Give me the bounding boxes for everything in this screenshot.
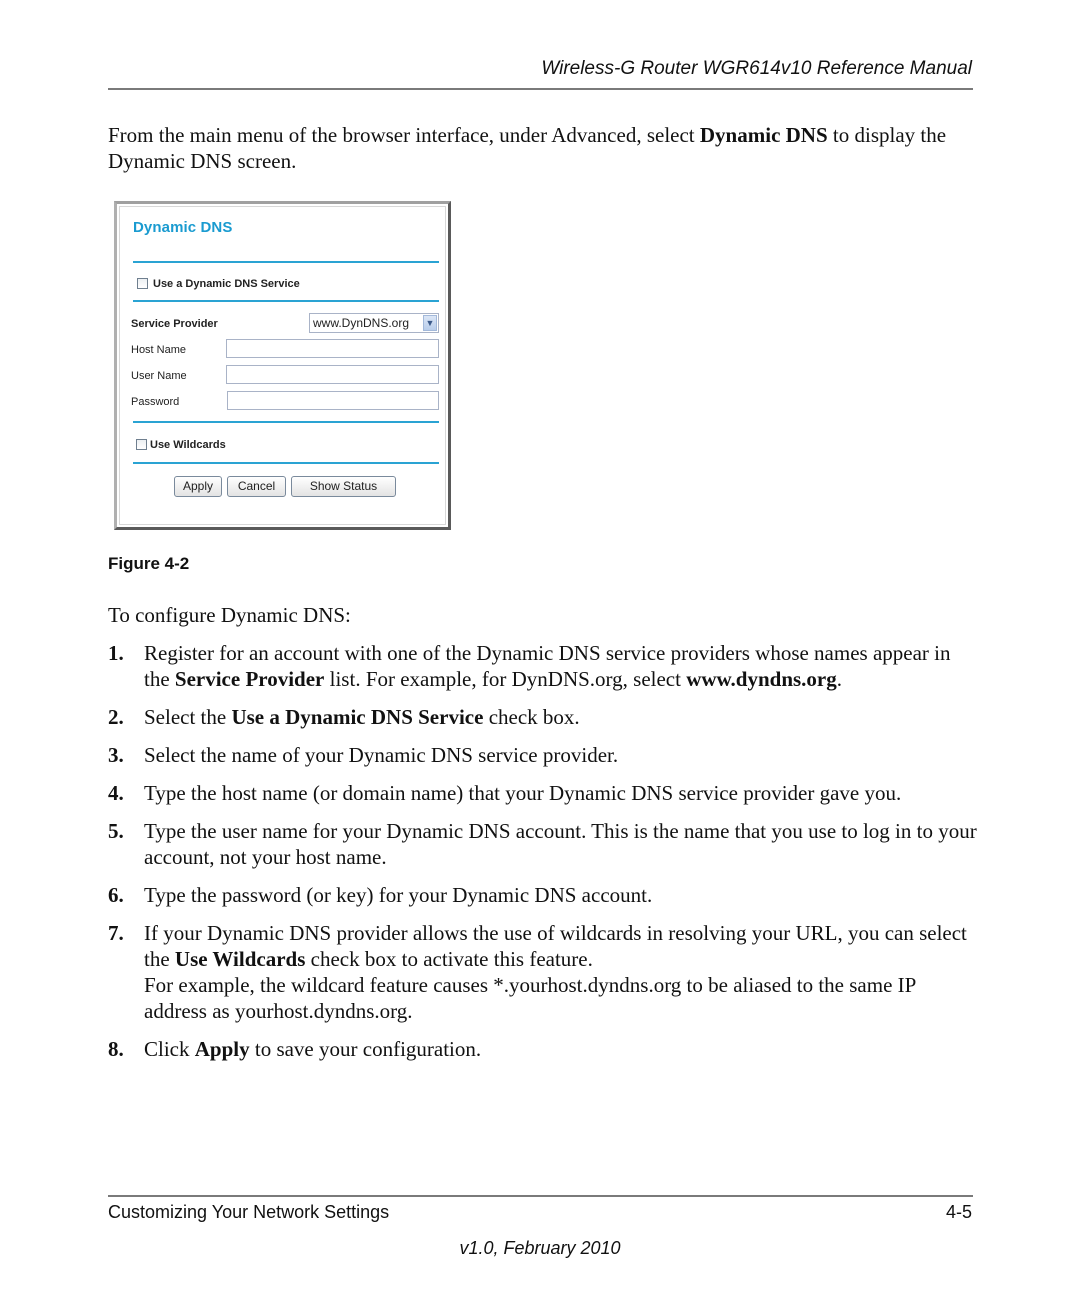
step-number: 8. (108, 1037, 124, 1061)
service-provider-select[interactable]: www.DynDNS.org ▼ (309, 313, 439, 333)
dynamic-dns-panel: Dynamic DNS Use a Dynamic DNS Service Se… (119, 206, 446, 525)
dynamic-dns-screenshot: Dynamic DNS Use a Dynamic DNS Service Se… (114, 201, 451, 530)
step-number: 3. (108, 743, 124, 767)
chevron-down-icon[interactable]: ▼ (423, 315, 437, 331)
host-name-label: Host Name (131, 344, 187, 356)
user-name-label: User Name (131, 370, 187, 382)
intro-paragraph: From the main menu of the browser interf… (108, 122, 978, 174)
use-wildcards-checkbox[interactable] (136, 439, 147, 450)
ui-term: www.dyndns.org (686, 667, 837, 691)
step-text-part: Select the (144, 705, 232, 729)
service-provider-label: Service Provider (131, 318, 218, 330)
cancel-button[interactable]: Cancel (227, 476, 286, 497)
step-text: If your Dynamic DNS provider allows the … (144, 920, 978, 1024)
footer-section-title: Customizing Your Network Settings (108, 1202, 390, 1222)
step-8: 8. Click Apply to save your configuratio… (108, 1036, 978, 1062)
panel-title: Dynamic DNS (133, 219, 233, 236)
password-label: Password (131, 396, 180, 408)
step-text: Select the Use a Dynamic DNS Service che… (144, 704, 978, 730)
step-number: 4. (108, 781, 124, 805)
use-dynamic-dns-label: Use a Dynamic DNS Service (153, 278, 300, 290)
step-1: 1. Register for an account with one of t… (108, 640, 978, 692)
password-input[interactable] (227, 391, 439, 410)
host-name-input[interactable] (226, 339, 439, 358)
step-number: 6. (108, 883, 124, 907)
step-3: 3. Select the name of your Dynamic DNS s… (108, 742, 978, 768)
step-text: Register for an account with one of the … (144, 640, 978, 692)
step-text: Type the password (or key) for your Dyna… (144, 883, 653, 907)
figure-caption: Figure 4-2 (108, 554, 190, 573)
step-text-part: list. For example, for DynDNS.org, selec… (324, 667, 687, 691)
step-number: 7. (108, 921, 124, 945)
step-text: Click Apply to save your configuration. (144, 1036, 978, 1062)
step-text: Select the name of your Dynamic DNS serv… (144, 743, 619, 767)
ui-term: Apply (194, 1037, 250, 1061)
step-text: Type the host name (or domain name) that… (144, 781, 902, 805)
ui-term: Use a Dynamic DNS Service (231, 705, 484, 729)
panel-divider (133, 261, 439, 263)
step-number: 2. (108, 705, 124, 729)
page-number: 4-5 (945, 1202, 972, 1222)
step-example: For example, the wildcard feature causes… (144, 973, 916, 1023)
panel-divider (133, 300, 439, 302)
step-text-part: . (836, 667, 843, 691)
use-wildcards-label: Use Wildcards (150, 439, 226, 451)
step-6: 6. Type the password (or key) for your D… (108, 882, 978, 908)
step-number: 5. (108, 819, 124, 843)
step-5: 5. Type the user name for your Dynamic D… (108, 818, 978, 870)
intro-bold-term: Dynamic DNS (699, 123, 828, 147)
step-number: 1. (108, 641, 124, 665)
ui-term: Use Wildcards (174, 947, 306, 971)
step-text-part: check box. (483, 705, 580, 729)
step-text-part: Click (144, 1037, 195, 1061)
header-divider (108, 88, 973, 90)
use-dynamic-dns-checkbox[interactable] (137, 278, 148, 289)
service-provider-value: www.DynDNS.org (313, 316, 410, 330)
footer-divider (108, 1195, 973, 1197)
procedure-lead: To configure Dynamic DNS: (108, 603, 351, 627)
panel-divider (133, 462, 439, 464)
show-status-button[interactable]: Show Status (291, 476, 396, 497)
document-version: v1.0, February 2010 (459, 1238, 621, 1258)
running-header-title: Wireless-G Router WGR614v10 Reference Ma… (541, 58, 972, 79)
intro-text: From the main menu of the browser interf… (108, 123, 700, 147)
panel-divider (133, 421, 439, 423)
step-text-part: check box to activate this feature. (305, 947, 593, 971)
apply-button[interactable]: Apply (174, 476, 222, 497)
step-text-part: to save your configuration. (249, 1037, 482, 1061)
step-7: 7. If your Dynamic DNS provider allows t… (108, 920, 978, 1024)
step-4: 4. Type the host name (or domain name) t… (108, 780, 978, 806)
user-name-input[interactable] (226, 365, 439, 384)
step-2: 2. Select the Use a Dynamic DNS Service … (108, 704, 978, 730)
ui-term: Service Provider (174, 667, 325, 691)
step-text: Type the user name for your Dynamic DNS … (144, 819, 977, 869)
